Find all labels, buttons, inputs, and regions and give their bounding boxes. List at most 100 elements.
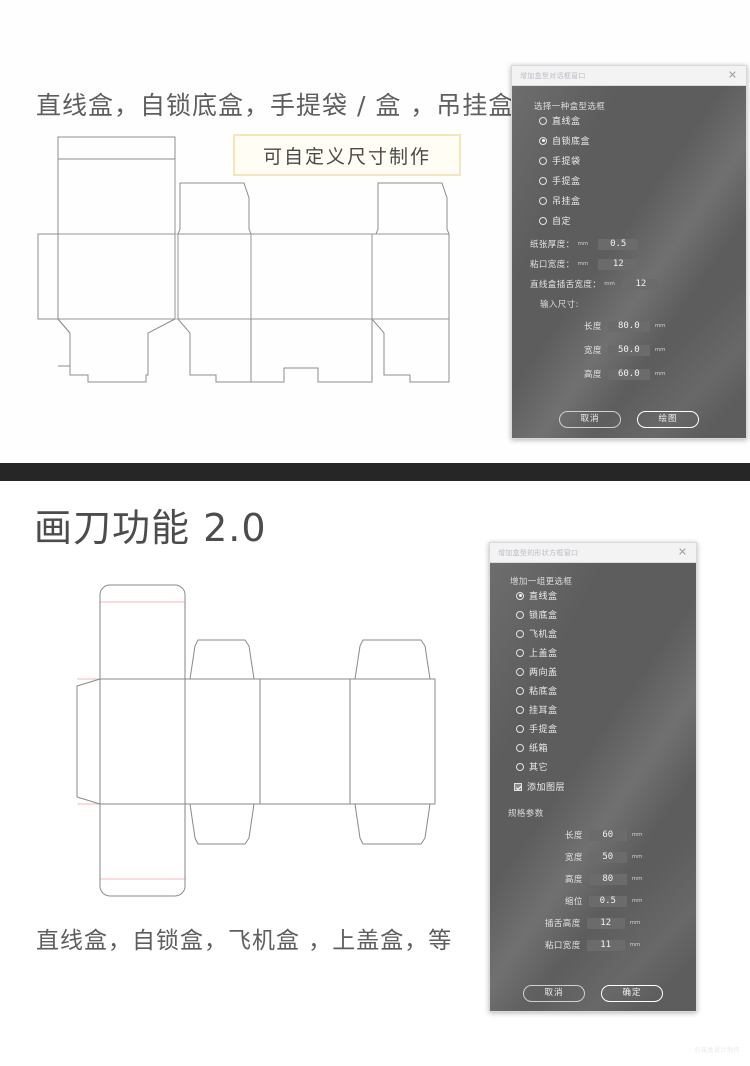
spec-tongue-height[interactable]: 插舌高度 12 mm — [545, 917, 640, 929]
radio-guaerhe[interactable]: 挂耳盒 — [516, 703, 558, 716]
radio-label: 其它 — [529, 763, 549, 773]
radio-qita[interactable]: 其它 — [516, 760, 548, 773]
dialog2-body: 增加一组更选框 直线盒 锁底盒 飞机盒 上盖盒 两向盖 粘底盒 挂耳盒 手提盒 … — [490, 563, 696, 1011]
radio-ziding[interactable]: 自定 — [539, 214, 571, 227]
field-value[interactable]: 0.5 — [588, 895, 627, 907]
field-unit: mm — [631, 876, 643, 882]
spec-height[interactable]: 高度 80 mm — [565, 873, 643, 885]
field-unit: mm — [631, 832, 643, 838]
radio-shoutihe[interactable]: 手提盒 — [539, 174, 581, 187]
radio-icon[interactable] — [516, 705, 524, 714]
dialog2-titlebar[interactable]: 增加盒型的形状方框窗口 ✕ — [490, 543, 696, 563]
field-label: 长度 — [565, 831, 583, 841]
field-height[interactable]: 高度 60.0 mm — [584, 368, 666, 380]
radio-label: 飞机盒 — [529, 630, 558, 640]
field-paper-thickness[interactable]: 纸张厚度： mm 0.5 — [530, 238, 640, 250]
dialog2-title: 增加盒型的形状方框窗口 — [498, 548, 579, 557]
radio-icon[interactable] — [516, 743, 524, 752]
field-value[interactable]: 50 — [588, 851, 627, 863]
radio-icon-selected[interactable] — [516, 591, 524, 600]
radio-feijihe[interactable]: 飞机盒 — [516, 627, 558, 640]
field-width[interactable]: 宽度 50.0 mm — [584, 344, 666, 356]
radio-label: 上盖盒 — [529, 649, 558, 659]
field-label: 直线盒插舌宽度： — [530, 280, 602, 290]
top-headline: 直线盒，自锁底盒，手提袋 / 盒 ，吊挂盒 — [36, 91, 515, 120]
radio-icon[interactable] — [516, 724, 524, 733]
boxtype-dialog-2[interactable]: 增加盒型的形状方框窗口 ✕ 增加一组更选框 直线盒 锁底盒 飞机盒 上盖盒 两向… — [489, 542, 697, 1012]
spec-width[interactable]: 宽度 50 mm — [565, 851, 643, 863]
radio-label: 直线盒 — [529, 592, 558, 602]
radio-suodihe[interactable]: 锁底盒 — [516, 608, 558, 621]
field-label: 宽度 — [565, 853, 583, 863]
radio-icon[interactable] — [539, 216, 547, 225]
radio-zhixianhe[interactable]: 直线盒 — [516, 589, 558, 602]
section-divider — [0, 463, 750, 481]
field-label: 粘口宽度 — [545, 941, 581, 951]
dialog1-size-label: 输入尺寸: — [540, 300, 579, 310]
field-value[interactable]: 11 — [586, 939, 625, 951]
field-unit: mm — [631, 854, 643, 860]
field-unit: mm — [631, 898, 643, 904]
field-label: 插舌高度 — [545, 919, 581, 929]
radio-icon[interactable] — [516, 667, 524, 676]
radio-icon[interactable] — [539, 156, 547, 165]
field-tongue-width[interactable]: 直线盒插舌宽度： mm 12 — [530, 278, 661, 290]
field-value[interactable]: 50.0 — [607, 344, 650, 356]
dialog1-title: 增加盒型对话框窗口 — [520, 71, 586, 80]
radio-icon[interactable] — [516, 686, 524, 695]
field-unit: mm — [629, 920, 641, 926]
radio-zisuodihe[interactable]: 自锁底盒 — [539, 134, 590, 147]
radio-icon[interactable] — [539, 196, 547, 205]
radio-zhandihe[interactable]: 粘底盒 — [516, 684, 558, 697]
field-label: 宽度 — [584, 346, 602, 356]
checkbox-icon[interactable] — [514, 782, 522, 791]
field-value[interactable]: 80.0 — [607, 320, 650, 332]
radio-shanggaihe[interactable]: 上盖盒 — [516, 646, 558, 659]
radio-icon[interactable] — [516, 762, 524, 771]
boxtype-dialog-1[interactable]: 增加盒型对话框窗口 ✕ 选择一种盒型选框 直线盒 自锁底盒 手提袋 手提盒 吊挂… — [511, 65, 747, 439]
draw-button[interactable]: 绘图 — [637, 411, 699, 428]
radio-icon[interactable] — [516, 610, 524, 619]
field-value[interactable]: 12 — [586, 917, 625, 929]
field-label: 缩位 — [565, 897, 583, 907]
spec-shrink[interactable]: 缩位 0.5 mm — [565, 895, 643, 907]
field-value[interactable]: 60 — [588, 829, 627, 841]
field-label: 高度 — [584, 370, 602, 380]
field-value[interactable]: 0.5 — [598, 238, 639, 250]
radio-label: 直线盒 — [552, 117, 581, 127]
field-value[interactable]: 12 — [622, 278, 659, 290]
radio-zhixianhe[interactable]: 直线盒 — [539, 114, 581, 127]
close-icon[interactable]: ✕ — [677, 547, 688, 558]
checkbox-add-layer[interactable]: 添加图层 — [514, 780, 565, 793]
radio-shoutidai[interactable]: 手提袋 — [539, 154, 581, 167]
radio-icon[interactable] — [539, 176, 547, 185]
spec-glue-width[interactable]: 粘口宽度 11 mm — [545, 939, 640, 951]
radio-zhixiang[interactable]: 纸箱 — [516, 741, 548, 754]
dialog1-titlebar[interactable]: 增加盒型对话框窗口 ✕ — [512, 66, 746, 86]
radio-label: 挂耳盒 — [529, 706, 558, 716]
radio-shoutihe[interactable]: 手提盒 — [516, 722, 558, 735]
radio-liangxianggai[interactable]: 两向盖 — [516, 665, 558, 678]
cancel-button[interactable]: 取消 — [559, 411, 621, 428]
radio-icon[interactable] — [539, 116, 547, 125]
radio-label: 锁底盒 — [529, 611, 558, 621]
cancel-button[interactable]: 取消 — [523, 985, 585, 1002]
radio-icon[interactable] — [516, 648, 524, 657]
dialog1-buttons: 取消 绘图 — [512, 411, 746, 428]
radio-diaoguahe[interactable]: 吊挂盒 — [539, 194, 581, 207]
checkbox-label: 添加图层 — [527, 783, 566, 793]
radio-icon-selected[interactable] — [539, 136, 547, 145]
spec-length[interactable]: 长度 60 mm — [565, 829, 643, 841]
bottom-headline: 画刀功能 2.0 — [34, 506, 267, 550]
field-length[interactable]: 长度 80.0 mm — [584, 320, 666, 332]
field-glue-width[interactable]: 粘口宽度： mm 12 — [530, 258, 640, 270]
dieline-diagram-bottom — [76, 584, 436, 897]
close-icon[interactable]: ✕ — [727, 70, 738, 81]
field-label: 长度 — [584, 322, 602, 332]
confirm-button[interactable]: 确定 — [601, 985, 663, 1002]
field-value[interactable]: 60.0 — [607, 368, 650, 380]
radio-icon[interactable] — [516, 629, 524, 638]
field-value[interactable]: 80 — [588, 873, 627, 885]
field-value[interactable]: 12 — [598, 258, 639, 270]
radio-label: 两向盖 — [529, 668, 558, 678]
